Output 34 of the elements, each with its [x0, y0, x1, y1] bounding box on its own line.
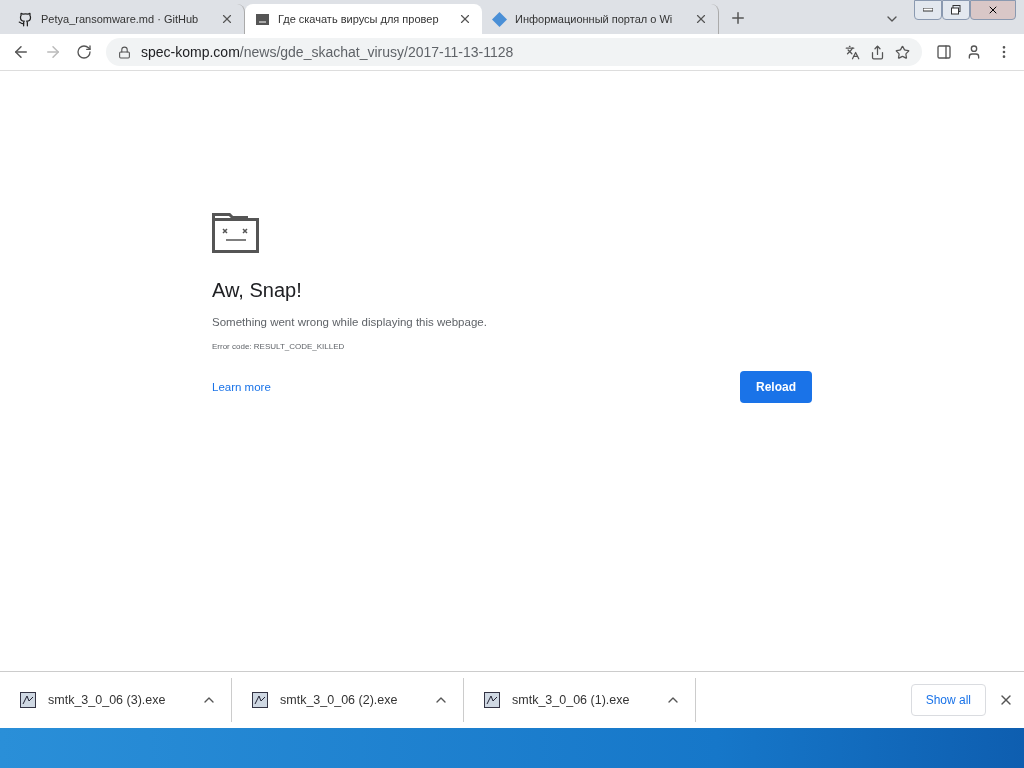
reload-button[interactable]: Reload [740, 371, 812, 403]
program-icon [252, 692, 268, 708]
restore-icon [951, 5, 961, 15]
minimize-icon [923, 8, 933, 12]
download-item[interactable]: smtk_3_0_06 (2).exe [232, 678, 464, 722]
error-title: Aw, Snap! [212, 279, 302, 302]
plus-icon[interactable] [729, 9, 747, 27]
browser-tab[interactable]: Информационный портал о Wi [482, 4, 719, 34]
program-icon [20, 692, 36, 708]
close-icon[interactable] [694, 12, 708, 26]
close-icon[interactable] [458, 12, 472, 26]
learn-more-link[interactable]: Learn more [212, 381, 271, 393]
program-icon [484, 692, 500, 708]
star-icon[interactable] [895, 44, 910, 60]
error-code: Error code: RESULT_CODE_KILLED [212, 342, 345, 351]
github-icon [18, 11, 33, 27]
diamond-icon [492, 11, 507, 27]
browser-tab[interactable]: Где скачать вирусы для провер [245, 4, 482, 34]
download-item[interactable]: smtk_3_0_06 (3).exe [0, 678, 232, 722]
profile-icon[interactable] [966, 44, 982, 60]
translate-icon[interactable] [845, 44, 860, 60]
close-icon[interactable] [220, 12, 234, 26]
lock-icon [118, 45, 131, 59]
download-item[interactable]: smtk_3_0_06 (1).exe [464, 678, 696, 722]
reload-icon[interactable] [76, 44, 92, 60]
share-icon[interactable] [870, 44, 885, 60]
error-message: Something went wrong while displaying this webpage. [212, 316, 487, 328]
restore-button[interactable] [942, 0, 970, 20]
show-all-button[interactable]: Show all [910, 684, 986, 716]
side-panel-icon[interactable] [936, 44, 952, 60]
address-bar[interactable]: spec-komp.com/news/gde_skachat_virusy/2017-11-13-1128 [106, 38, 922, 66]
url-text: spec-komp.com/news/gde_skachat_virusy/2017-11-13-1128 [141, 44, 514, 60]
close-icon [987, 4, 999, 16]
back-icon[interactable] [12, 43, 30, 61]
